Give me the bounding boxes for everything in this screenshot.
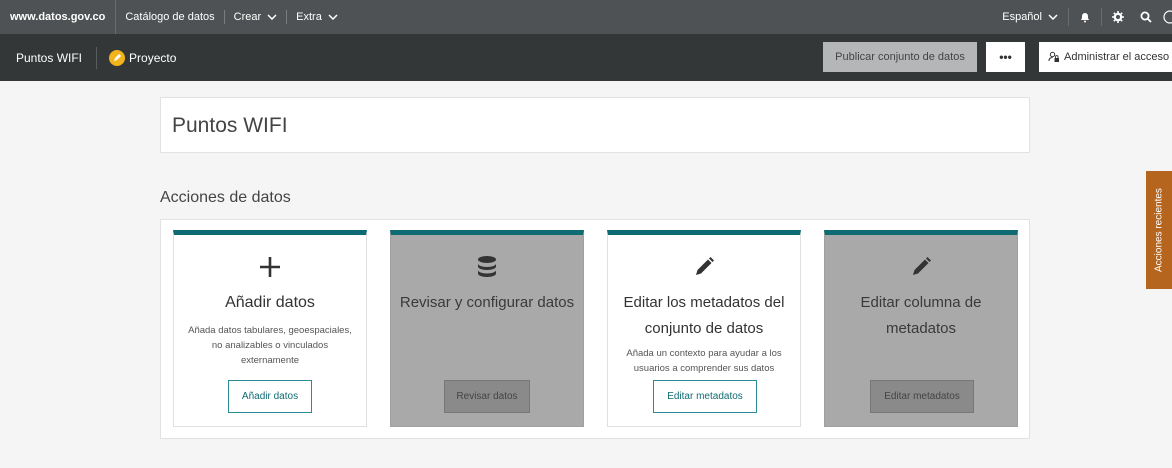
database-icon: [391, 255, 583, 281]
user-avatar[interactable]: [1158, 0, 1172, 34]
card-title: Editar los metadatos del conjunto de dat…: [623, 294, 785, 337]
page-title-card: Puntos WIFI: [160, 97, 1030, 153]
card-description: Añada datos tabulares, geoespaciales, no…: [188, 325, 352, 366]
dataset-header-bar: Puntos WIFI Proyecto Publicar conjunto d…: [0, 34, 1172, 81]
edit-metadata-button[interactable]: Editar metadatos: [653, 380, 757, 413]
section-title: Acciones de datos: [160, 189, 291, 206]
pencil-icon: [608, 255, 800, 281]
top-nav-right: Español: [992, 0, 1172, 34]
pencil-icon: [825, 255, 1017, 281]
menu-extra-label: Extra: [296, 11, 322, 23]
review-data-card: Revisar y configurar datos Revisar datos: [390, 230, 584, 427]
menu-create[interactable]: Crear: [225, 0, 287, 34]
card-title: Editar columna de metadatos: [860, 294, 982, 337]
dataset-title: Puntos WIFI: [0, 46, 98, 69]
plus-icon: [174, 255, 366, 281]
language-label: Español: [1002, 11, 1042, 23]
card-title: Añadir datos: [225, 294, 315, 311]
search-icon: [1140, 11, 1152, 23]
add-data-card: Añadir datos Añada datos tabulares, geoe…: [173, 230, 367, 427]
add-data-button[interactable]: Añadir datos: [228, 380, 312, 413]
user-lock-icon: [1048, 51, 1059, 62]
notifications-button[interactable]: [1069, 0, 1101, 34]
menu-extra[interactable]: Extra: [287, 0, 347, 34]
card-description: Añada un contexto para ayudar a los usua…: [626, 348, 782, 374]
search-button[interactable]: [1134, 0, 1158, 34]
more-options-button[interactable]: •••: [986, 42, 1025, 72]
bell-icon: [1081, 13, 1089, 23]
recent-actions-tab[interactable]: Acciones recientes: [1146, 171, 1172, 289]
top-nav-bar: www.datos.gov.co Catálogo de datos Crear…: [0, 0, 1172, 34]
menu-catalog[interactable]: Catálogo de datos: [116, 0, 223, 34]
chevron-down-icon: [328, 14, 338, 20]
menu-catalog-label: Catálogo de datos: [125, 11, 215, 23]
publish-dataset-button[interactable]: Publicar conjunto de datos: [823, 42, 977, 72]
settings-button[interactable]: [1102, 0, 1134, 34]
edit-column-metadata-button[interactable]: Editar metadatos: [870, 380, 974, 413]
menu-create-label: Crear: [233, 11, 262, 23]
site-link[interactable]: www.datos.gov.co: [0, 0, 117, 34]
edit-column-metadata-card: Editar columna de metadatos Editar metad…: [824, 230, 1018, 427]
draft-status: Proyecto: [97, 49, 177, 66]
draft-label: Proyecto: [129, 50, 177, 65]
data-actions-panel: Añadir datos Añada datos tabulares, geoe…: [160, 219, 1030, 439]
review-data-button[interactable]: Revisar datos: [444, 380, 530, 413]
manage-access-label: Administrar el acceso: [1064, 51, 1170, 63]
avatar-icon: [1163, 10, 1172, 24]
gear-icon: [1112, 11, 1124, 23]
chevron-down-icon: [1048, 14, 1058, 20]
manage-access-button[interactable]: Administrar el acceso: [1039, 42, 1172, 72]
card-title: Revisar y configurar datos: [399, 294, 575, 311]
language-select[interactable]: Español: [992, 0, 1068, 34]
page-title: Puntos WIFI: [172, 114, 288, 137]
edit-dataset-metadata-card: Editar los metadatos del conjunto de dat…: [607, 230, 801, 427]
pencil-circle-icon: [109, 49, 126, 66]
chevron-down-icon: [267, 14, 277, 20]
